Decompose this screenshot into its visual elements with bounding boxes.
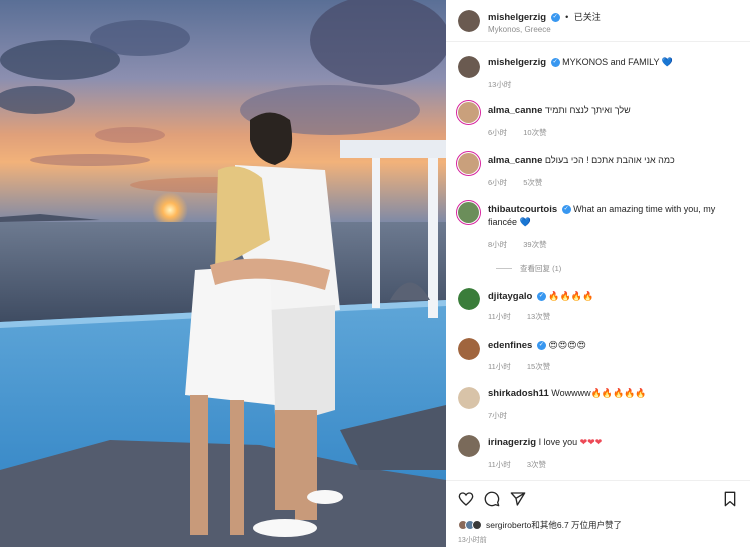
- caption-username[interactable]: mishelgerzig: [488, 57, 546, 68]
- comment-item: irinagerzig I love you ❤❤❤: [488, 436, 743, 449]
- comment-likes[interactable]: 5次赞: [523, 178, 542, 187]
- verified-badge-icon: ✓: [550, 13, 560, 23]
- commenter-avatar[interactable]: [456, 151, 481, 176]
- comment-emoji: 🔥🔥🔥🔥: [548, 291, 594, 301]
- photo-illustration: [0, 0, 446, 547]
- comment-username[interactable]: djitaygalo: [488, 291, 532, 302]
- verified-badge-icon: ✓: [536, 341, 546, 351]
- caption-time[interactable]: 13小时: [488, 80, 511, 89]
- comment-likes[interactable]: 13次赞: [527, 312, 550, 321]
- header-title-row: mishelgerzig ✓ • 已关注: [488, 10, 601, 23]
- post-timestamp[interactable]: 13小时前: [458, 535, 487, 545]
- comment-username[interactable]: edenfines: [488, 340, 532, 351]
- post-location[interactable]: Mykonos, Greece: [488, 25, 551, 34]
- likes-summary[interactable]: sergiroberto和其他6.7 万位用户赞了: [458, 519, 622, 531]
- post-side-panel: mishelgerzig ✓ • 已关注 Mykonos, Greece mis…: [446, 0, 750, 547]
- comment-meta: 8小时 39次赞: [488, 239, 561, 250]
- liker-avatar: [472, 520, 482, 530]
- comment-item: thibautcourtois ✓ What an amazing time w…: [488, 203, 743, 229]
- comment-time[interactable]: 6小时: [488, 178, 507, 187]
- comment-username[interactable]: alma_canne: [488, 105, 542, 116]
- comment-likes[interactable]: 10次赞: [523, 128, 546, 137]
- post-actions: sergiroberto和其他6.7 万位用户赞了: [446, 480, 750, 547]
- comment-emoji: 🔥🔥🔥🔥🔥: [590, 388, 647, 398]
- share-icon[interactable]: [510, 491, 526, 507]
- comment-username[interactable]: thibautcourtois: [488, 204, 557, 215]
- likes-text: sergiroberto和其他6.7 万位用户赞了: [486, 520, 623, 530]
- comment-text: Wowwww: [551, 388, 591, 398]
- replies-divider: [496, 268, 512, 269]
- verified-badge-icon: ✓: [536, 292, 546, 302]
- caption-meta: 13小时: [488, 79, 525, 90]
- author-username[interactable]: mishelgerzig: [488, 12, 546, 23]
- comment-text: שלך ואיתך לנצח ותמיד: [544, 105, 631, 115]
- comment-meta: 11小时 13次赞: [488, 311, 564, 322]
- comment-item: alma_canne שלך ואיתך לנצח ותמיד: [488, 104, 743, 117]
- comment-username[interactable]: irinagerzig: [488, 437, 536, 448]
- caption-text: MYKONOS and FAMILY: [562, 57, 660, 67]
- commenter-avatar[interactable]: [458, 435, 480, 457]
- comment-emoji: 😍😍😍😍: [548, 340, 586, 350]
- comment-text: I love you: [538, 437, 578, 447]
- commenter-avatar[interactable]: [458, 338, 480, 360]
- comment-time[interactable]: 7小时: [488, 411, 507, 420]
- comment-likes[interactable]: 15次赞: [527, 362, 550, 371]
- comment-emoji: ❤❤❤: [579, 437, 603, 447]
- comment-text: כמה אני אוהבת אתכם ! הכי בעולם: [544, 155, 675, 165]
- comment-item: edenfines ✓ 😍😍😍😍: [488, 339, 743, 352]
- comment-time[interactable]: 6小时: [488, 128, 507, 137]
- comment-meta: 6小时 5次赞: [488, 177, 556, 188]
- verified-badge-icon: ✓: [561, 205, 571, 215]
- comment-emoji: 💙: [519, 217, 531, 227]
- comment-meta: 11小时 3次赞: [488, 459, 560, 470]
- bookmark-icon[interactable]: [722, 491, 738, 507]
- commenter-avatar[interactable]: [456, 100, 481, 125]
- comment-likes[interactable]: 3次赞: [527, 460, 546, 469]
- author-avatar[interactable]: [458, 10, 480, 32]
- heart-icon[interactable]: [458, 491, 474, 507]
- comment-username[interactable]: shirkadosh11: [488, 388, 549, 399]
- post-photo[interactable]: [0, 0, 446, 547]
- view-replies-label: 查看回复 (1): [520, 264, 562, 273]
- caption-emoji: 💙: [661, 57, 674, 67]
- comment-icon[interactable]: [484, 491, 500, 507]
- commenter-avatar[interactable]: [456, 200, 481, 225]
- comment-item: shirkadosh11 Wowwww🔥🔥🔥🔥🔥: [488, 387, 743, 400]
- caption: mishelgerzig ✓ MYKONOS and FAMILY 💙: [488, 56, 743, 69]
- post-header: mishelgerzig ✓ • 已关注 Mykonos, Greece: [446, 0, 750, 42]
- post-viewer: mishelgerzig ✓ • 已关注 Mykonos, Greece mis…: [0, 0, 750, 547]
- comment-meta: 11小时 15次赞: [488, 361, 564, 372]
- view-replies-button[interactable]: 查看回复 (1): [496, 263, 561, 274]
- comment-meta: 6小时 10次赞: [488, 127, 561, 138]
- comment-item: alma_canne כמה אני אוהבת אתכם ! הכי בעול…: [488, 154, 743, 167]
- follow-state-button[interactable]: 已关注: [574, 12, 601, 22]
- comment-username[interactable]: alma_canne: [488, 155, 542, 166]
- comment-time[interactable]: 11小时: [488, 312, 511, 321]
- comment-meta: 7小时: [488, 410, 521, 421]
- comment-likes[interactable]: 39次赞: [523, 240, 546, 249]
- comment-item: djitaygalo ✓ 🔥🔥🔥🔥: [488, 290, 743, 303]
- commenter-avatar[interactable]: [458, 288, 480, 310]
- comment-time[interactable]: 8小时: [488, 240, 507, 249]
- verified-badge-icon: ✓: [550, 58, 560, 68]
- comment-time[interactable]: 11小时: [488, 460, 511, 469]
- header-separator: •: [565, 12, 569, 22]
- caption-avatar[interactable]: [458, 56, 480, 78]
- commenter-avatar[interactable]: [458, 387, 480, 409]
- comment-time[interactable]: 11小时: [488, 362, 511, 371]
